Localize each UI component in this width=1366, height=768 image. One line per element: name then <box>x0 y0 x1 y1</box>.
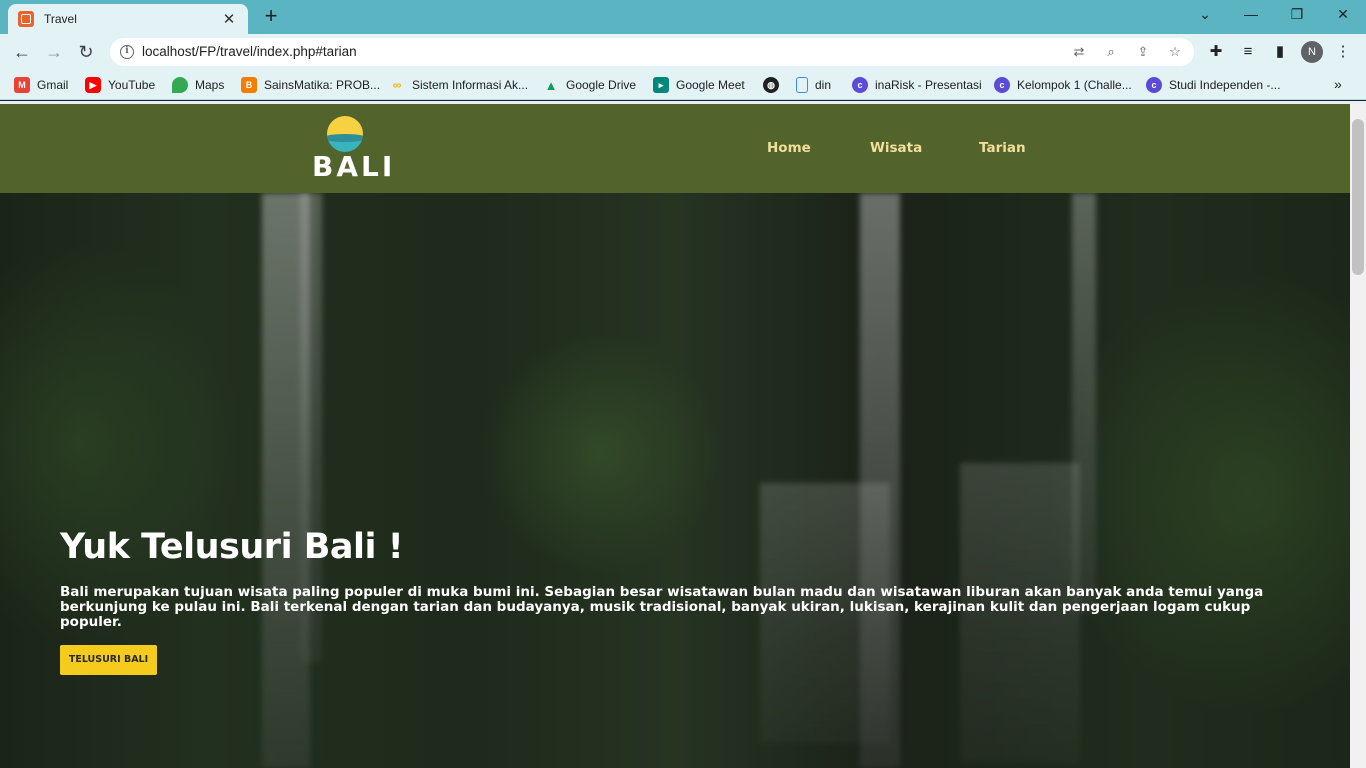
bookmark-youtube[interactable]: ▶ YouTube <box>85 76 155 94</box>
canva-icon: c <box>852 77 868 93</box>
bookmark-studi-independen[interactable]: c Studi Independen -... <box>1146 76 1280 94</box>
nav-wisata[interactable]: Wisata <box>870 140 922 156</box>
youtube-icon: ▶ <box>85 77 101 93</box>
bookmark-star-icon[interactable]: ☆ <box>1166 43 1184 61</box>
bookmark-inarisk[interactable]: c inaRisk - Presentasi <box>852 76 982 94</box>
profile-avatar[interactable]: N <box>1301 41 1323 63</box>
browser-tab-travel[interactable]: Travel ✕ <box>8 4 248 34</box>
zoom-icon[interactable]: ⌕ <box>1102 43 1120 61</box>
restore-button[interactable]: ❐ <box>1287 6 1307 23</box>
hero-section: Yuk Telusuri Bali ! Bali merupakan tujua… <box>0 193 1350 768</box>
sun-wave-logo-icon <box>327 116 363 152</box>
tab-search-icon[interactable]: ⌄ <box>1195 6 1215 23</box>
scrollbar-thumb[interactable] <box>1352 119 1364 275</box>
meet-icon: ▸ <box>653 77 669 93</box>
link-icon: ∞ <box>392 78 402 92</box>
new-tab-button[interactable]: + <box>259 5 283 27</box>
gmail-icon: M <box>14 77 30 93</box>
blogger-icon: B <box>241 77 257 93</box>
translate-icon[interactable]: ⇄ <box>1070 43 1088 61</box>
bookmark-sainsmatika[interactable]: B SainsMatika: PROB... <box>241 76 380 94</box>
logo-text: BALI <box>312 150 396 183</box>
forward-arrow-icon[interactable]: → <box>43 41 65 63</box>
reload-icon[interactable]: ↻ <box>75 41 97 63</box>
maps-icon <box>172 77 188 93</box>
bookmark-din[interactable]: din <box>796 76 831 94</box>
bookmark-gmail[interactable]: M Gmail <box>14 76 68 94</box>
document-icon <box>796 77 808 93</box>
bookmark-google-drive[interactable]: ▲ Google Drive <box>543 76 636 94</box>
minimize-button[interactable]: — <box>1241 6 1261 22</box>
bookmark-globe[interactable]: ◍ <box>763 76 786 94</box>
bookmark-google-meet[interactable]: ▸ Google Meet <box>653 76 745 94</box>
tab-close-icon[interactable]: ✕ <box>220 10 238 28</box>
bookmark-kelompok-1[interactable]: c Kelompok 1 (Challe... <box>994 76 1132 94</box>
media-control-icon[interactable]: ≡ <box>1238 42 1258 62</box>
url-text[interactable]: localhost/FP/travel/index.php#tarian <box>142 44 357 59</box>
xampp-favicon-icon <box>18 11 34 27</box>
site-info-icon[interactable]: i <box>120 45 134 59</box>
hero-title: Yuk Telusuri Bali ! <box>60 527 404 567</box>
nav-tarian[interactable]: Tarian <box>979 140 1026 156</box>
drive-icon: ▲ <box>544 77 558 93</box>
extensions-puzzle-icon[interactable]: ✚ <box>1206 42 1226 62</box>
bookmark-maps[interactable]: Maps <box>172 76 224 94</box>
menu-kebab-icon[interactable]: ⋮ <box>1333 42 1353 62</box>
window-close-button[interactable]: ✕ <box>1333 6 1353 23</box>
nav-home[interactable]: Home <box>767 140 811 156</box>
site-header: BALI Home Wisata Tarian <box>0 104 1350 193</box>
browser-toolbar: ← → ↻ i localhost/FP/travel/index.php#ta… <box>0 34 1366 70</box>
bookmarks-bar: M Gmail ▶ YouTube Maps B SainsMatika: PR… <box>0 70 1366 100</box>
canva-icon: c <box>994 77 1010 93</box>
bookmark-sistem-informasi[interactable]: ∞ Sistem Informasi Ak... <box>389 76 528 94</box>
canva-icon: c <box>1146 77 1162 93</box>
globe-icon: ◍ <box>763 77 779 93</box>
share-icon[interactable]: ⇪ <box>1134 43 1152 61</box>
bali-logo[interactable]: BALI <box>312 116 396 186</box>
hero-description: Bali merupakan tujuan wisata paling popu… <box>60 584 1264 630</box>
bookmarks-more-chevron-icon[interactable]: » <box>1334 76 1342 92</box>
back-arrow-icon[interactable]: ← <box>11 41 33 63</box>
telusuri-bali-button[interactable]: TELUSURI BALI <box>60 645 157 675</box>
tab-title: Travel <box>44 12 77 26</box>
address-bar[interactable]: i localhost/FP/travel/index.php#tarian ⇄… <box>110 38 1194 66</box>
side-panel-icon[interactable]: ▮ <box>1270 42 1290 62</box>
page-viewport: BALI Home Wisata Tarian Yuk Telusuri Bal… <box>0 101 1366 768</box>
tab-strip: Travel ✕ + ⌄ — ❐ ✕ <box>0 0 1366 34</box>
